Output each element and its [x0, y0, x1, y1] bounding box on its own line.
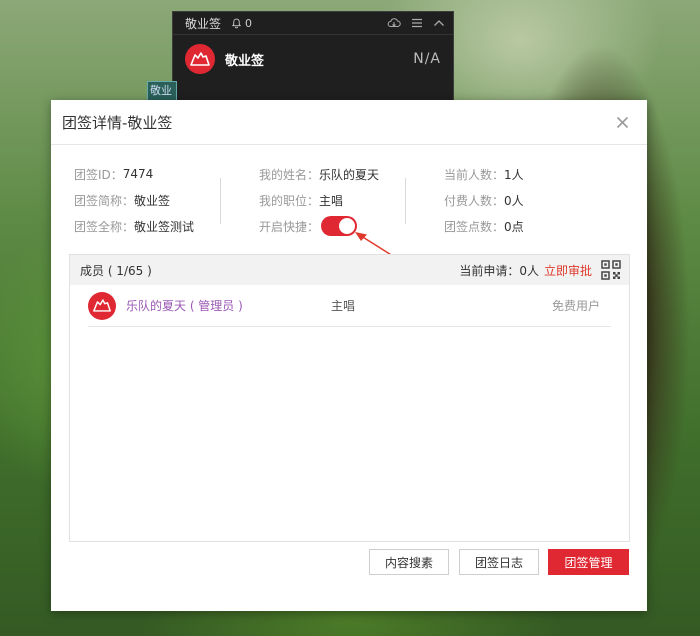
- chevron-up-icon[interactable]: [433, 19, 445, 27]
- group-logo-icon: [190, 52, 210, 66]
- qr-code-icon[interactable]: [601, 260, 621, 280]
- group-points-value: 0点: [504, 219, 524, 234]
- close-icon: [616, 116, 628, 128]
- current-members-label: 当前人数：: [444, 167, 505, 182]
- group-id-value: 7474: [122, 167, 154, 181]
- group-logo-icon: [93, 299, 111, 312]
- quick-access-label: 开启快捷：: [259, 219, 320, 234]
- column-divider: [220, 178, 221, 224]
- bell-icon: [231, 18, 242, 28]
- group-manage-button[interactable]: 团签管理: [548, 549, 629, 575]
- widget-group-name: 敬业签: [225, 53, 265, 69]
- group-avatar: [185, 44, 215, 74]
- mini-widget: 敬业签 0 敬业签 N/A: [172, 11, 454, 113]
- group-full-name-row: 团签全称： 敬业签测试: [74, 213, 194, 239]
- menu-icon[interactable]: [411, 18, 423, 28]
- dialog-title: 团签详情-敬业签: [62, 113, 173, 132]
- info-column-stats: 当前人数： 1人 付费人数： 0人 团签点数： 0点: [444, 161, 524, 239]
- approve-now-link[interactable]: 立即审批: [544, 262, 592, 279]
- current-members-value: 1人: [504, 167, 524, 182]
- column-divider: [405, 178, 406, 224]
- group-full-name-label: 团签全称：: [74, 219, 135, 234]
- member-name: 乐队的夏天 ( 管理员 ): [126, 299, 243, 313]
- content-search-button[interactable]: 内容搜素: [369, 549, 449, 575]
- paid-members-row: 付费人数： 0人: [444, 187, 524, 213]
- paid-members-label: 付费人数：: [444, 193, 505, 208]
- my-name-value: 乐队的夏天: [319, 167, 380, 182]
- group-full-name-value: 敬业签测试: [134, 219, 195, 234]
- my-position-row: 我的职位： 主唱: [259, 187, 379, 213]
- my-position-label: 我的职位：: [259, 193, 320, 208]
- group-id-label: 团签ID：: [74, 167, 123, 182]
- group-points-label: 团签点数：: [444, 219, 505, 234]
- dialog-header: 团签详情-敬业签: [51, 100, 647, 145]
- group-id-row: 团签ID： 7474: [74, 161, 194, 187]
- close-button[interactable]: [611, 111, 633, 133]
- paid-members-value: 0人: [504, 193, 524, 208]
- my-name-label: 我的姓名：: [259, 167, 320, 182]
- widget-group-row[interactable]: 敬业签 N/A: [173, 35, 453, 83]
- cloud-sync-icon[interactable]: [387, 17, 401, 29]
- pending-applications-count: 0人: [519, 263, 539, 278]
- member-role: 主唱: [331, 299, 356, 313]
- group-points-row: 团签点数： 0点: [444, 213, 524, 239]
- notify-count: 0: [245, 16, 253, 30]
- pending-applications-label: 当前申请：: [459, 263, 520, 278]
- info-column-group: 团签ID： 7474 团签简称： 敬业签 团签全称： 敬业签测试: [74, 161, 194, 239]
- members-header: 成员 ( 1/65 ) 当前申请： 0人 立即审批: [70, 255, 629, 285]
- group-short-name-value: 敬业签: [134, 193, 171, 208]
- group-short-name-row: 团签简称： 敬业签: [74, 187, 194, 213]
- members-count: 成员 ( 1/65 ): [80, 263, 152, 278]
- widget-status: N/A: [413, 51, 441, 67]
- widget-notify[interactable]: 0: [231, 17, 252, 30]
- widget-titlebar: 敬业签 0: [173, 12, 453, 35]
- member-row[interactable]: 乐队的夏天 ( 管理员 ) 主唱 免费用户: [88, 285, 611, 327]
- group-log-button[interactable]: 团签日志: [459, 549, 539, 575]
- group-info: 团签ID： 7474 团签简称： 敬业签 团签全称： 敬业签测试 我的姓名： 乐队的夏天…: [51, 161, 647, 241]
- member-avatar: [88, 291, 116, 320]
- current-members-row: 当前人数： 1人: [444, 161, 524, 187]
- widget-title: 敬业签: [185, 16, 222, 31]
- my-name-row: 我的姓名： 乐队的夏天: [259, 161, 379, 187]
- member-user-type: 免费用户: [552, 299, 601, 313]
- group-details-dialog: 团签详情-敬业签 团签ID： 7474 团签简称： 敬业签 团签全称： 敬业签测试 我…: [51, 100, 647, 611]
- members-panel: 成员 ( 1/65 ) 当前申请： 0人 立即审批 乐队的夏天 (管理员) …: [69, 254, 630, 542]
- my-position-value: 主唱: [319, 193, 344, 208]
- group-short-name-label: 团签简称：: [74, 193, 135, 208]
